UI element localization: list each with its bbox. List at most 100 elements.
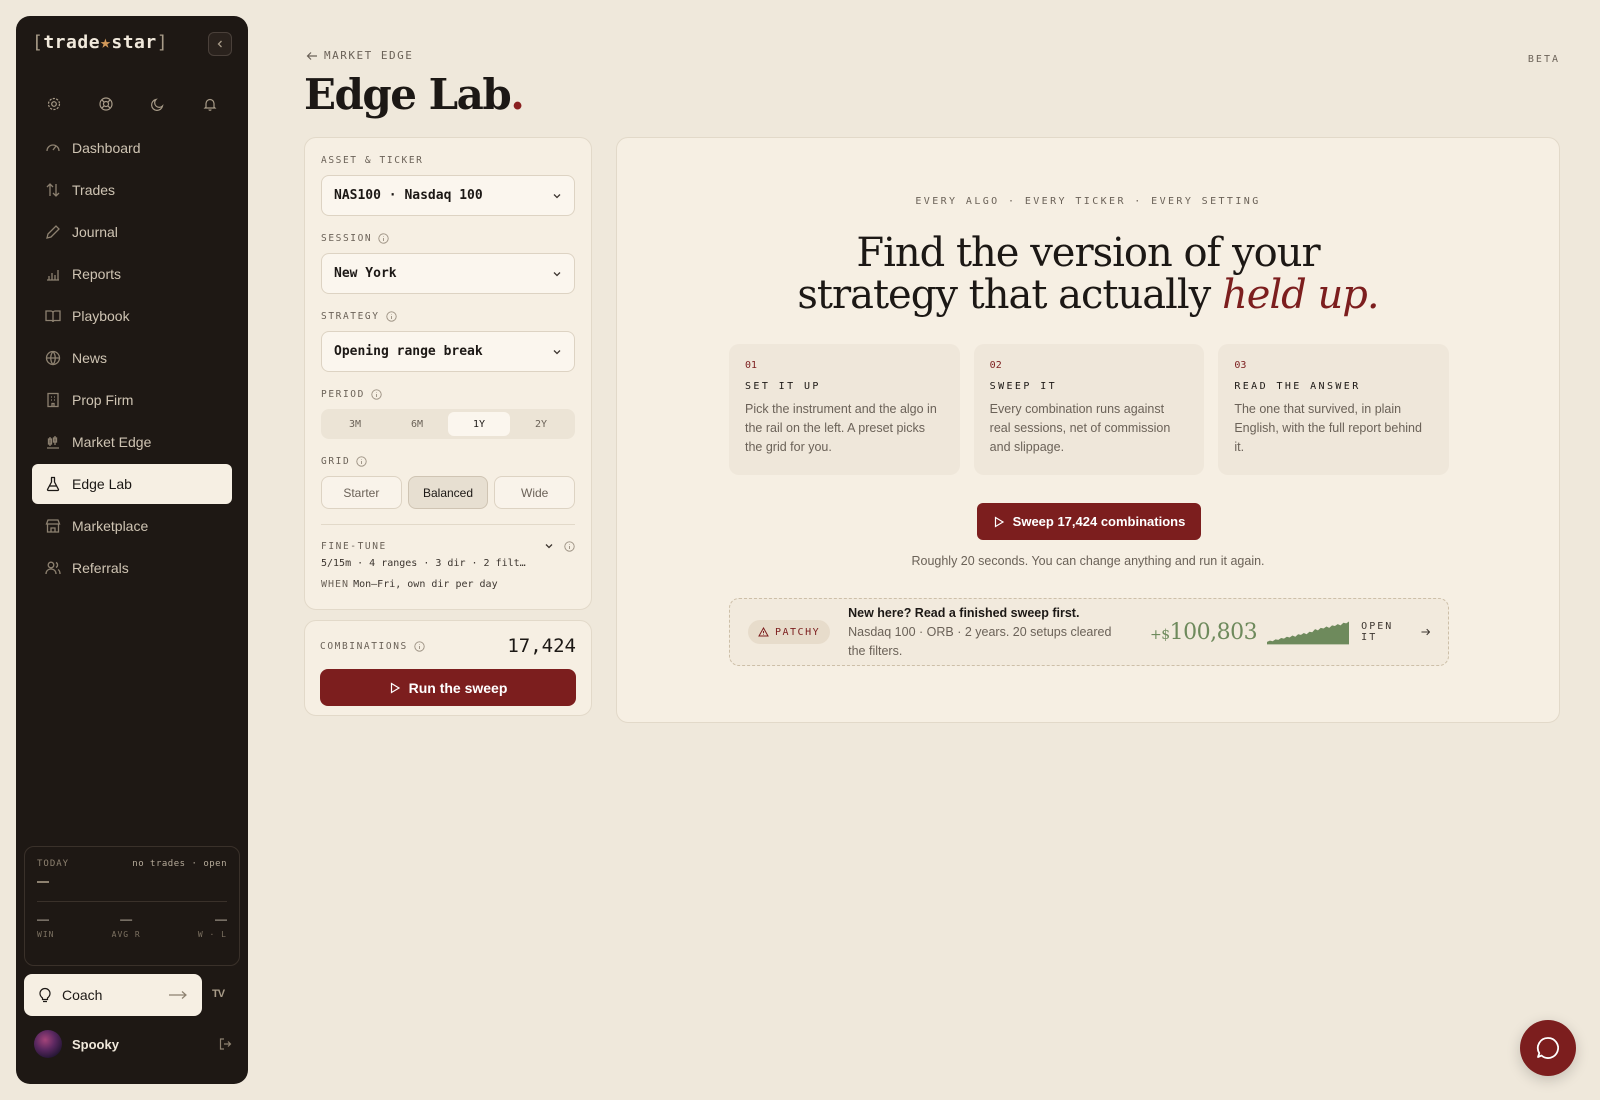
sweep-config-panel: ASSET & TICKER NAS100 · Nasdaq 100 SESSI… xyxy=(304,137,592,610)
sidebar-item-playbook[interactable]: Playbook xyxy=(32,296,232,336)
grid-option-balanced[interactable]: Balanced xyxy=(407,476,489,509)
sidebar-item-referrals[interactable]: Referrals xyxy=(32,548,232,588)
candlestick-icon xyxy=(47,436,59,449)
breadcrumb[interactable]: MARKET EDGE xyxy=(306,49,413,62)
sidebar-item-label: Trades xyxy=(72,182,116,198)
grid-selector: Starter Balanced Wide xyxy=(321,476,576,509)
pen-icon xyxy=(46,225,60,239)
strategy-label: STRATEGY xyxy=(321,310,575,322)
chevron-down-icon xyxy=(553,193,561,198)
sidebar-item-journal[interactable]: Journal xyxy=(32,212,232,252)
user-profile[interactable]: Spooky xyxy=(34,1028,232,1060)
logout-icon[interactable] xyxy=(218,1037,232,1051)
session-label: SESSION xyxy=(321,232,575,244)
info-icon[interactable] xyxy=(385,310,397,322)
today-label: TODAY xyxy=(37,859,70,869)
sort-arrows-icon xyxy=(46,183,60,197)
status-badge: PATCHY xyxy=(748,620,831,644)
sidebar-nav: Dashboard Trades Journal Reports Playboo… xyxy=(32,128,232,590)
grid-option-starter[interactable]: Starter xyxy=(321,476,402,509)
steps: 01 SET IT UP Pick the instrument and the… xyxy=(729,344,1450,475)
info-icon[interactable] xyxy=(371,388,382,400)
grid-option-wide[interactable]: Wide xyxy=(494,476,576,509)
sweep-note: Roughly 20 seconds. You can change anyth… xyxy=(911,554,1265,568)
today-status: no trades · open xyxy=(132,859,227,869)
chat-bubble-icon xyxy=(1536,1037,1560,1059)
user-name: Spooky xyxy=(72,1036,119,1052)
headline: Find the version of your strategy that a… xyxy=(797,230,1379,318)
sidebar-item-label: Edge Lab xyxy=(72,476,132,492)
info-icon[interactable] xyxy=(356,455,367,467)
period-selector: 3M 6M 1Y 2Y xyxy=(321,409,575,439)
sidebar-item-dashboard[interactable]: Dashboard xyxy=(32,128,232,168)
run-sweep-button[interactable]: Run the sweep xyxy=(320,669,576,706)
sparkline-area xyxy=(1267,621,1350,645)
info-icon[interactable] xyxy=(414,640,425,652)
sidebar-item-trades[interactable]: Trades xyxy=(32,170,232,210)
finetune-label: FINE-TUNE xyxy=(321,540,387,552)
today-summary-card: TODAY no trades · open — WIN — AVG R — W… xyxy=(24,846,240,966)
warning-icon xyxy=(758,627,769,637)
coach-button[interactable]: Coach xyxy=(24,974,202,1016)
book-icon xyxy=(45,310,61,323)
example-sweep-card[interactable]: PATCHY New here? Read a finished sweep f… xyxy=(729,598,1449,666)
beta-badge: BETA xyxy=(1527,54,1560,65)
sidebar-item-edge-lab[interactable]: Edge Lab xyxy=(32,464,232,504)
users-icon xyxy=(45,561,61,575)
building-icon xyxy=(47,392,59,408)
today-stats: — WIN — AVG R — W · L xyxy=(37,912,227,939)
avatar xyxy=(34,1030,62,1058)
sidebar-item-label: Marketplace xyxy=(72,518,149,534)
arrow-left-icon xyxy=(306,51,317,60)
info-icon[interactable] xyxy=(564,540,575,552)
combinations-count: 17,424 xyxy=(507,635,576,657)
combinations-panel: COMBINATIONS 17,424 Run the sweep xyxy=(304,620,592,716)
equity-sparkline xyxy=(1267,621,1350,645)
sweep-combinations-button[interactable]: Sweep 17,424 combinations xyxy=(977,503,1201,540)
theme-toggle-button[interactable] xyxy=(146,92,170,116)
chevron-left-icon xyxy=(217,40,222,48)
help-button[interactable] xyxy=(94,92,118,116)
sidebar-item-prop-firm[interactable]: Prop Firm xyxy=(32,380,232,420)
asset-select[interactable]: NAS100 · Nasdaq 100 xyxy=(321,175,575,216)
period-option-6m[interactable]: 6M xyxy=(386,412,448,436)
sidebar-item-label: Reports xyxy=(72,266,122,282)
bar-chart-icon xyxy=(47,270,59,281)
sidebar-item-reports[interactable]: Reports xyxy=(32,254,232,294)
step-card: 02 SWEEP IT Every combination runs again… xyxy=(973,344,1205,475)
chevron-down-icon xyxy=(553,349,561,354)
open-example-link[interactable]: OPEN IT xyxy=(1361,621,1430,643)
finetune-summary: 5/15m · 4 ranges · 3 dir · 2 filt… xyxy=(321,558,526,569)
collapse-sidebar-button[interactable] xyxy=(208,32,232,56)
settings-button[interactable] xyxy=(42,92,66,116)
finetune-toggle[interactable]: FINE-TUNE xyxy=(321,540,575,552)
sidebar-item-label: Dashboard xyxy=(72,140,141,156)
notifications-button[interactable] xyxy=(198,92,222,116)
tradingview-link[interactable]: TV xyxy=(212,988,225,1000)
period-option-3m[interactable]: 3M xyxy=(324,412,386,436)
sidebar-item-label: News xyxy=(72,350,108,366)
page-title: Edge Lab. xyxy=(304,70,525,119)
play-icon xyxy=(994,515,1004,528)
chevron-down-icon xyxy=(553,271,561,276)
chat-button[interactable] xyxy=(1520,1020,1576,1076)
logo[interactable]: [trade★star] xyxy=(32,32,168,53)
gauge-icon xyxy=(46,144,60,152)
bell-icon xyxy=(203,98,217,111)
period-option-1y[interactable]: 1Y xyxy=(448,412,510,436)
divider xyxy=(321,524,575,525)
sidebar-item-marketplace[interactable]: Marketplace xyxy=(32,506,232,546)
store-icon xyxy=(45,519,61,533)
combinations-label: COMBINATIONS xyxy=(320,640,425,652)
example-pnl: +$100,803 xyxy=(1150,619,1258,645)
edge-lab-intro-panel: EVERY ALGO · EVERY TICKER · EVERY SETTIN… xyxy=(616,137,1560,723)
info-icon[interactable] xyxy=(378,232,389,244)
stat-win: — WIN xyxy=(37,912,55,939)
asset-label: ASSET & TICKER xyxy=(321,154,424,166)
session-select[interactable]: New York xyxy=(321,253,575,294)
example-description: New here? Read a finished sweep first. N… xyxy=(848,605,1112,658)
strategy-select[interactable]: Opening range break xyxy=(321,331,575,372)
sidebar-item-market-edge[interactable]: Market Edge xyxy=(32,422,232,462)
period-option-2y[interactable]: 2Y xyxy=(510,412,572,436)
sidebar-item-news[interactable]: News xyxy=(32,338,232,378)
